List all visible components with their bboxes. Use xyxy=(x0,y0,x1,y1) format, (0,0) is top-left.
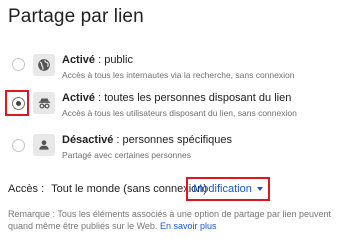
access-label: Accès : xyxy=(8,183,45,195)
option-specific-desc: : personnes spécifiques xyxy=(113,134,233,146)
globe-icon xyxy=(33,54,55,76)
option-specific-name: Désactivé xyxy=(62,134,114,146)
remark-text: Remarque : Tous les éléments associés à … xyxy=(8,208,344,232)
modification-label: Modification xyxy=(193,183,252,195)
option-public[interactable]: Activé : public Accès à tous les interna… xyxy=(0,52,349,92)
radio-public[interactable] xyxy=(12,58,25,71)
incognito-icon xyxy=(33,92,55,114)
caret-down-icon xyxy=(256,187,263,191)
option-link-name: Activé xyxy=(62,92,96,104)
option-link-desc: : toutes les personnes disposant du lien xyxy=(95,92,292,104)
option-specific-people[interactable]: Désactivé : personnes spécifiques Partag… xyxy=(0,134,349,174)
modification-button[interactable]: Modification xyxy=(186,177,270,201)
access-row: Accès : Tout le monde (sans connexion) xyxy=(8,183,207,195)
dialog-title: Partage par lien xyxy=(8,6,144,27)
radio-specific-people[interactable] xyxy=(12,139,25,152)
radio-anyone-with-link[interactable] xyxy=(12,97,25,110)
option-public-name: Activé xyxy=(62,54,96,66)
option-public-desc: : public xyxy=(95,54,133,66)
option-public-sub: Accès à tous les internautes via la rech… xyxy=(62,70,295,80)
person-icon xyxy=(33,134,55,156)
option-specific-sub: Partagé avec certaines personnes xyxy=(62,150,191,160)
access-value: Tout le monde (sans connexion) xyxy=(51,183,208,195)
option-anyone-with-link[interactable]: Activé : toutes les personnes disposant … xyxy=(0,90,349,132)
learn-more-link[interactable]: En savoir plus xyxy=(160,221,217,231)
option-link-sub: Accès à tous les utilisateurs disposant … xyxy=(62,108,297,118)
